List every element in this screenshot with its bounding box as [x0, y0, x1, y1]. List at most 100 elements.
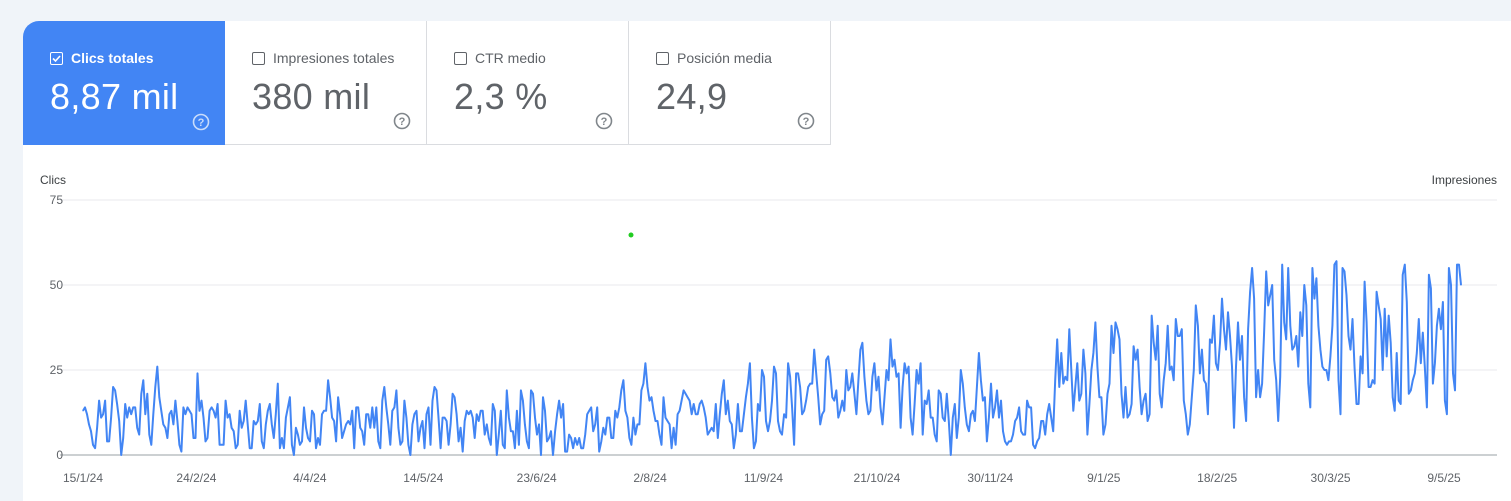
data-point [787, 362, 789, 364]
data-point [606, 417, 608, 419]
data-point [757, 403, 759, 405]
data-point [1044, 434, 1046, 436]
data-point [383, 386, 385, 388]
data-point [1129, 413, 1131, 415]
data-point [1052, 430, 1054, 432]
data-point [1187, 434, 1189, 436]
data-point [1247, 328, 1249, 330]
data-point [926, 403, 928, 405]
data-point [950, 454, 952, 456]
data-point [1436, 325, 1438, 327]
data-point [1396, 352, 1398, 354]
data-point [827, 355, 829, 357]
y-tick-label: 0 [56, 448, 63, 462]
data-point [166, 437, 168, 439]
data-point [1026, 400, 1028, 402]
data-point [711, 427, 713, 429]
data-point [480, 410, 482, 412]
x-tick-label: 4/4/24 [293, 471, 327, 485]
data-point [699, 403, 701, 405]
data-point [488, 437, 490, 439]
data-point [1446, 413, 1448, 415]
data-point [805, 400, 807, 402]
data-point [739, 430, 741, 432]
data-point [494, 410, 496, 412]
data-point [1016, 417, 1018, 419]
data-point [598, 451, 600, 453]
data-point [1376, 291, 1378, 293]
data-point [1006, 444, 1008, 446]
data-point [564, 451, 566, 453]
data-point [261, 440, 263, 442]
data-point [164, 427, 166, 429]
data-point [803, 410, 805, 412]
y-axis-label-left: Clics [40, 173, 66, 187]
data-point [484, 434, 486, 436]
x-tick-label: 23/6/24 [517, 471, 557, 485]
data-point [1325, 369, 1327, 371]
data-point [291, 444, 293, 446]
data-point [914, 403, 916, 405]
data-point [777, 420, 779, 422]
data-point [580, 447, 582, 449]
data-point [1261, 383, 1263, 385]
data-point [1195, 304, 1197, 306]
data-point [986, 440, 988, 442]
data-point [231, 427, 233, 429]
data-point [841, 400, 843, 402]
data-point [1406, 301, 1408, 303]
data-point [554, 430, 556, 432]
data-point [650, 396, 653, 398]
data-point [1155, 359, 1157, 361]
data-point [916, 369, 918, 371]
data-point [202, 417, 205, 419]
data-point [763, 376, 765, 378]
data-point [215, 417, 217, 419]
data-point [1245, 420, 1247, 422]
data-point [204, 440, 207, 442]
data-point [1153, 342, 1155, 344]
data-point [815, 372, 817, 374]
data-point [1313, 298, 1315, 300]
data-point [355, 406, 357, 408]
data-point [1137, 349, 1139, 351]
data-point [881, 423, 884, 425]
data-point [1297, 366, 1299, 368]
data-point [612, 437, 614, 439]
data-point [1382, 369, 1384, 371]
data-point [1305, 304, 1307, 306]
data-point [853, 393, 856, 395]
data-point [1351, 318, 1354, 320]
data-point [1126, 417, 1129, 419]
marker-dot [628, 232, 634, 238]
data-point [791, 406, 793, 408]
data-point [211, 406, 213, 408]
data-point [962, 383, 964, 385]
data-point [1102, 434, 1104, 436]
data-point [729, 420, 731, 422]
data-point [946, 393, 948, 395]
data-point [689, 400, 691, 402]
y-axis-label-right: Impresiones [1432, 173, 1497, 187]
data-point [912, 434, 914, 436]
data-point [560, 417, 562, 419]
data-point [1108, 383, 1111, 385]
data-point [893, 359, 896, 361]
data-point [1299, 311, 1301, 313]
data-point [666, 420, 669, 422]
data-point [835, 389, 837, 391]
data-point [1171, 366, 1173, 368]
data-point [604, 434, 606, 436]
data-point [1014, 420, 1016, 422]
data-point [883, 396, 886, 398]
data-point [444, 417, 446, 419]
data-point [385, 406, 387, 408]
data-point [170, 410, 172, 412]
data-point [446, 420, 448, 422]
data-point [403, 400, 405, 402]
data-point [359, 427, 361, 429]
data-point [421, 420, 424, 422]
data-point [337, 396, 339, 398]
data-point [305, 427, 307, 429]
data-point [116, 403, 118, 405]
